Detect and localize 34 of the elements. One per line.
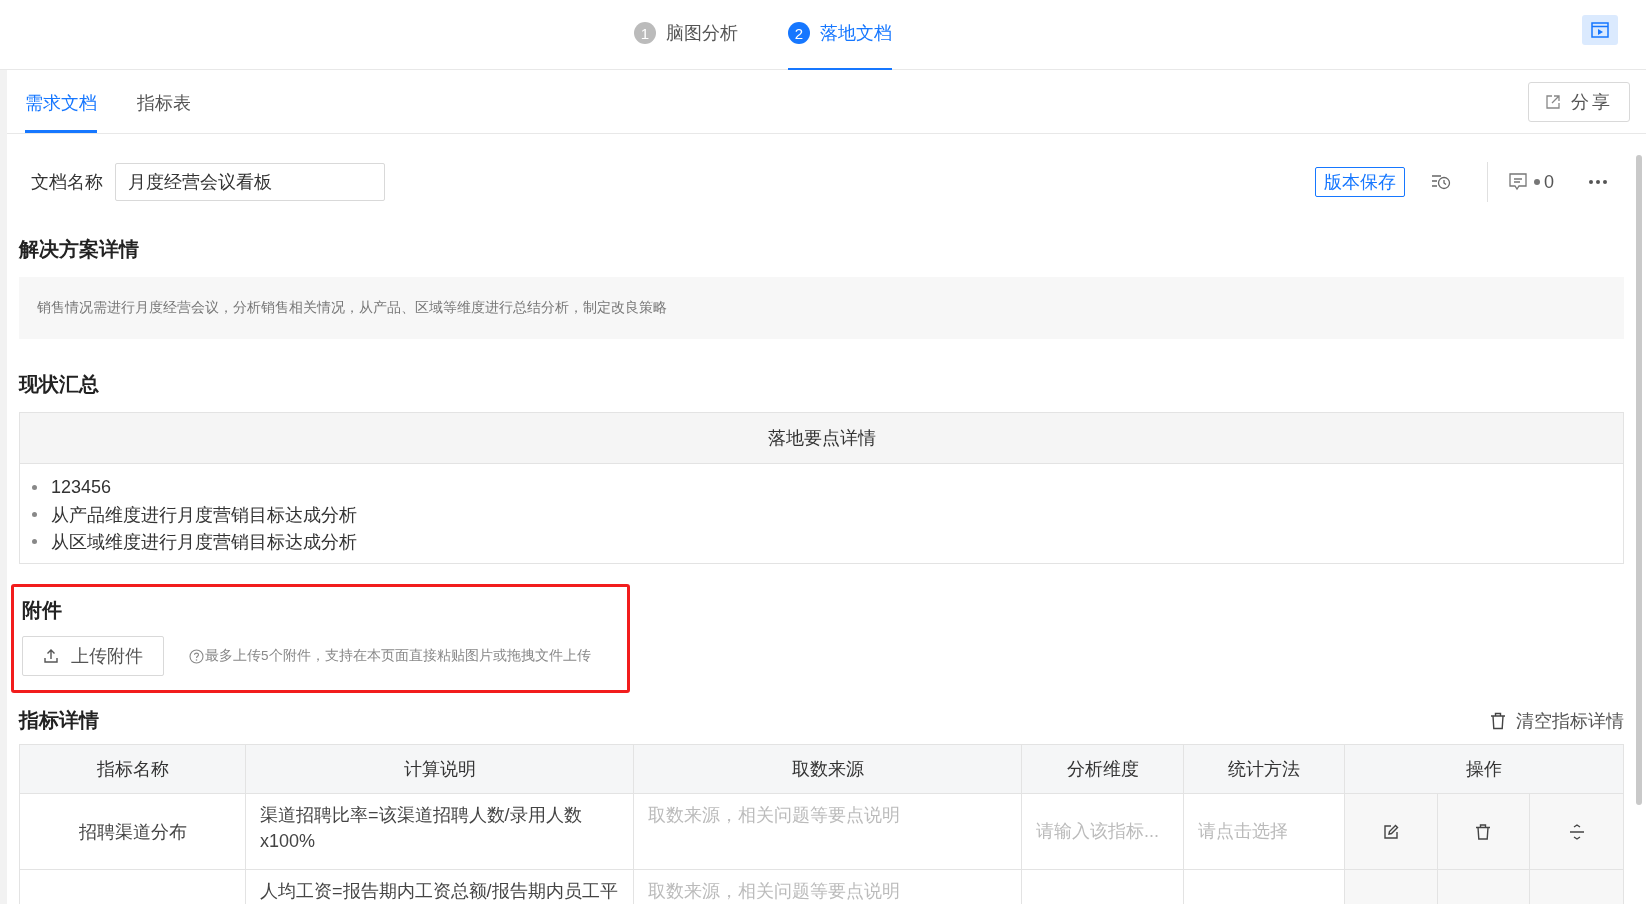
tab[interactable]: 需求文档	[25, 70, 97, 133]
column-header: 计算说明	[246, 745, 634, 794]
list-item: 从区域维度进行月度营销目标达成分析	[51, 530, 357, 554]
share-button[interactable]: 分享	[1528, 81, 1630, 122]
column-header: 指标名称	[20, 745, 246, 794]
source-field[interactable]: 取数来源，相关问题等要点说明	[648, 802, 1007, 828]
section-title: 附件	[22, 598, 63, 623]
table-cell: 渠道招聘比率=该渠道招聘人数/录用人数x100%	[246, 794, 634, 870]
dimension-field[interactable]: 请输入该指标...	[1036, 818, 1169, 844]
document-name-field[interactable]: 月度经营会议看板	[115, 163, 385, 201]
comment-count: 0	[1544, 171, 1554, 193]
column-header: 分析维度	[1022, 745, 1184, 794]
table-header: 落地要点详情	[20, 413, 1623, 464]
column-header: 统计方法	[1184, 745, 1345, 794]
upload-button[interactable]: 上传附件	[22, 636, 164, 676]
list-item: 123456	[51, 477, 112, 498]
solution-text: 销售情况需进行月度经营会议，分析销售相关情况，从产品、区域等维度进行总结分析，制定改良策略	[19, 277, 1624, 339]
step-tab[interactable]: 2 落地文档	[788, 0, 892, 70]
source-field[interactable]: 取数来源，相关问题等要点说明	[648, 878, 1007, 904]
column-header: 操作	[1345, 745, 1624, 794]
column-header: 取数来源	[634, 745, 1022, 794]
save-version-button[interactable]: 版本保存	[1315, 167, 1405, 197]
step-tab[interactable]: 1 脑图分析	[634, 0, 738, 70]
section-title: 解决方案详情	[19, 237, 140, 262]
section-title: 现状汇总	[19, 372, 100, 397]
upload-hint: 最多上传5个附件，支持在本页面直接粘贴图片或拖拽文件上传	[205, 647, 591, 665]
table-cell: 招聘渠道分布	[20, 794, 246, 870]
clear-metrics-button[interactable]: 清空指标详情	[1490, 708, 1624, 733]
tab[interactable]: 指标表	[137, 70, 191, 133]
document-name-label: 文档名称	[31, 171, 103, 194]
list-item: 从产品维度进行月度营销目标达成分析	[51, 503, 357, 527]
table-cell: 人均工资=报告期内工资总额/报告期内员工平	[246, 870, 634, 904]
method-select[interactable]: 请点击选择	[1198, 818, 1330, 844]
section-title: 指标详情	[19, 708, 99, 733]
